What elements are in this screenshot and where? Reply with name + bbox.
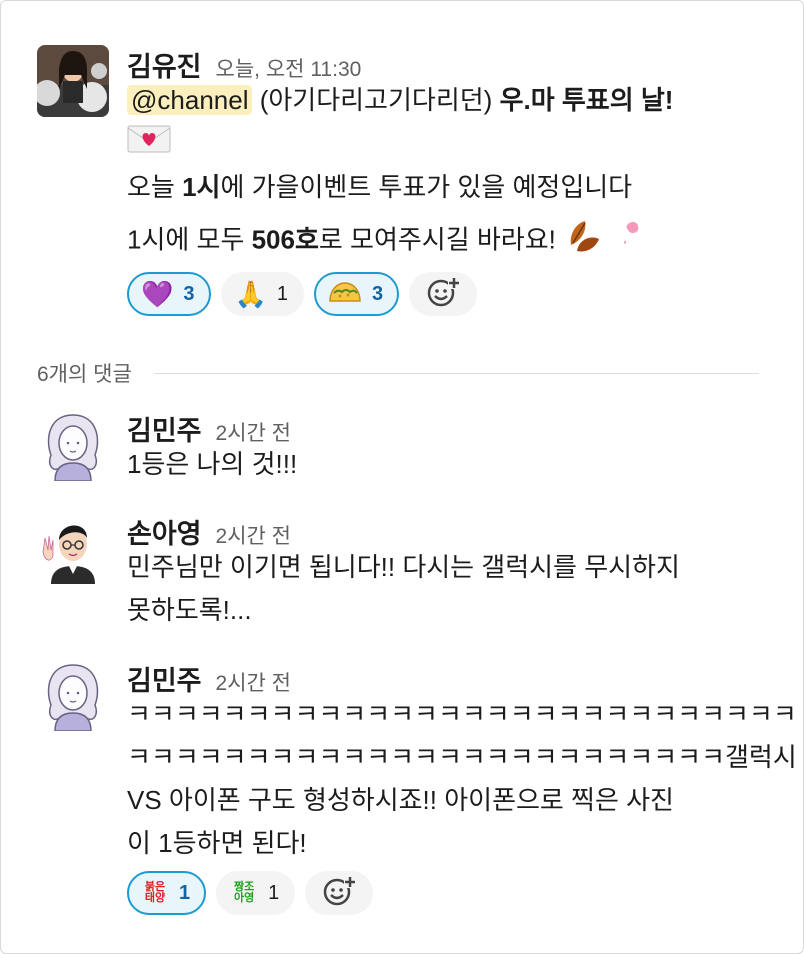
reaction-count: 3	[372, 282, 384, 305]
add-reaction-icon	[426, 275, 461, 314]
add-reaction-button[interactable]	[409, 272, 478, 316]
reaction-bar: 💜 3 🙏 1 3	[127, 272, 767, 316]
message-text: ㅋㅋㅋㅋㅋㅋㅋㅋㅋㅋㅋㅋㅋㅋㅋㅋㅋㅋㅋㅋㅋㅋㅋㅋㅋㅋㅋㅋ	[127, 699, 797, 729]
reaction-purple-heart[interactable]: 💜 3	[127, 272, 211, 316]
body-bold: 506호	[251, 224, 319, 255]
avatar[interactable]	[37, 512, 109, 584]
avatar[interactable]	[37, 45, 109, 117]
body-text: 오늘	[127, 172, 183, 202]
channel-mention[interactable]: @channel	[127, 85, 253, 115]
purple-heart-icon: 💜	[141, 279, 174, 309]
love-letter-icon	[127, 124, 171, 167]
reaction-count: 3	[183, 282, 195, 305]
body-text: 에 가을이벤트 투표가 있을 예정입니다	[220, 172, 633, 202]
title-text: (아기다리고기다리던)	[259, 85, 493, 115]
reaction-count: 1	[179, 881, 191, 904]
message-text: VS 아이폰 구도 형성하시죠!! 아이폰으로 찍은 사진	[127, 785, 674, 815]
body-text: 로 모여주시길 바라요!	[318, 224, 556, 255]
thread-panel: 김유진 오늘, 오전 11:30 @channel (아기다리고기다리던) 우.…	[0, 0, 804, 954]
pray-icon: 🙏	[234, 279, 267, 309]
reaction-jjangjo-ayoung[interactable]: 짱조 아영 1	[216, 871, 296, 915]
reaction-red-sun[interactable]: 붉은 태양 1	[127, 871, 207, 915]
reply-count-divider: 6개의 댓글	[37, 359, 759, 387]
fallen-leaves-icon	[563, 215, 607, 268]
message-text: 이 1등하면 된다!	[127, 828, 307, 858]
reaction-count: 1	[268, 881, 280, 904]
title-bold: 우.마 투표의 날!	[499, 85, 674, 115]
avatar[interactable]	[37, 659, 109, 731]
avatar[interactable]	[37, 409, 109, 481]
add-reaction-icon	[322, 874, 357, 913]
divider-line	[153, 372, 759, 374]
sakura-petal-icon	[614, 218, 648, 265]
body-text: 1시에 모두	[127, 224, 252, 255]
message-text: 민주님만 이기면 됩니다!! 다시는 갤럭시를 무시하지	[127, 552, 680, 582]
reply-count-label: 6개의 댓글	[37, 363, 132, 386]
reaction-pray[interactable]: 🙏 1	[220, 272, 304, 316]
reaction-count: 1	[276, 282, 288, 305]
message-text: ㅋㅋㅋㅋㅋㅋㅋㅋㅋㅋㅋㅋㅋㅋㅋㅋㅋㅋㅋㅋㅋㅋㅋㅋㅋ갤럭시	[127, 742, 797, 772]
add-reaction-button[interactable]	[305, 871, 374, 915]
message-text: 1등은 나의 것!!!	[127, 449, 298, 479]
red-sun-custom-emoji: 붉은 태양	[144, 881, 166, 904]
reaction-bar: 붉은 태양 1 짱조 아영 1	[127, 871, 767, 915]
taco-icon	[328, 281, 362, 307]
message-text: 못하도록!...	[127, 595, 252, 625]
body-bold: 1시	[182, 172, 221, 202]
reaction-taco[interactable]: 3	[314, 272, 400, 316]
jjangjo-custom-emoji: 짱조 아영	[234, 881, 255, 904]
